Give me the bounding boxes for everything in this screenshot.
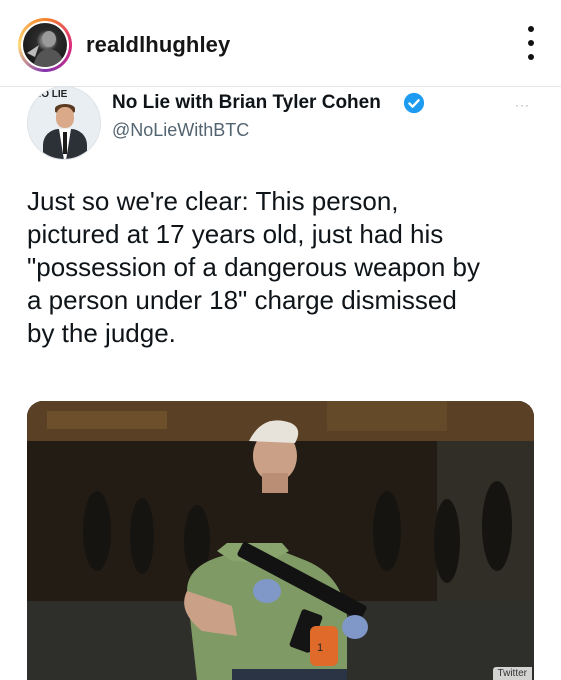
tweet-author-avatar[interactable]: NO LIE	[27, 86, 101, 160]
avatar-image	[23, 23, 67, 67]
verified-badge-icon	[403, 92, 425, 114]
tweet-author-handle[interactable]: @NoLieWithBTC	[112, 120, 249, 141]
avatar-brand-text: NO LIE	[34, 89, 68, 100]
instagram-post-header: realdlhughley	[0, 0, 561, 87]
tweet-more-icon[interactable]: ···	[515, 98, 530, 112]
dot	[528, 26, 534, 32]
avatar-tie	[63, 132, 67, 154]
dot	[528, 40, 534, 46]
tweet-author-name[interactable]: No Lie with Brian Tyler Cohen	[112, 92, 381, 114]
avatar-face	[56, 107, 74, 128]
svg-text:1: 1	[317, 642, 323, 654]
instagram-profile-avatar[interactable]	[18, 18, 72, 72]
avatar-silhouette-icon	[27, 31, 65, 67]
instagram-username[interactable]: realdlhughley	[86, 32, 230, 58]
avatar-inner	[21, 21, 69, 69]
tweet-media-image[interactable]: 1 Twitter	[27, 401, 534, 680]
more-vertical-icon[interactable]	[527, 26, 535, 60]
media-source-caption: Twitter	[492, 667, 532, 680]
media-photo-illustration: 1	[27, 401, 534, 680]
tweet-body-text: Just so we're clear: This person, pictur…	[27, 186, 480, 349]
dot	[528, 54, 534, 60]
